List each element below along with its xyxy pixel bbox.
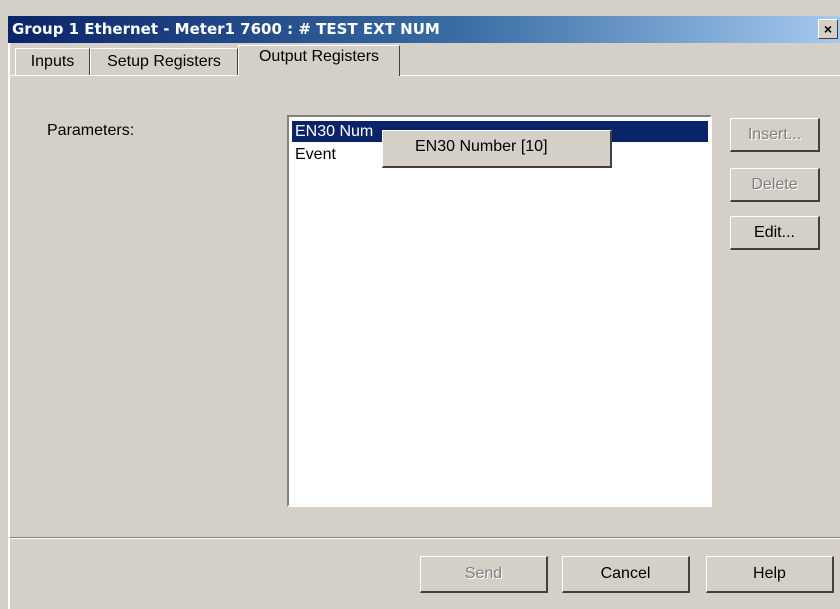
- tab-inputs[interactable]: Inputs: [15, 48, 90, 75]
- insert-button-label: Insert...: [747, 126, 802, 143]
- tab-output-registers-label: Output Registers: [258, 48, 380, 65]
- list-item-label: EN30 Num: [295, 123, 374, 140]
- parameter-tooltip: EN30 Number [10]: [382, 130, 612, 168]
- footer-separator-highlight: [10, 538, 840, 539]
- parameters-listbox[interactable]: EN30 Num Event: [287, 115, 712, 507]
- title-bar[interactable]: Group 1 Ethernet - Meter1 7600 : # TEST …: [8, 16, 840, 43]
- tab-output-registers[interactable]: Output Registers: [238, 45, 400, 76]
- list-item-label: Event: [295, 146, 336, 163]
- help-button[interactable]: Help: [706, 556, 834, 593]
- cancel-button-label: Cancel: [600, 565, 651, 582]
- close-button[interactable]: ×: [818, 19, 838, 39]
- edit-button-label: Edit...: [754, 224, 795, 241]
- delete-button[interactable]: Delete: [730, 168, 820, 202]
- dialog-window: Group 1 Ethernet - Meter1 7600 : # TEST …: [0, 0, 840, 609]
- tooltip-text: EN30 Number [10]: [415, 138, 548, 155]
- close-icon: ×: [823, 21, 833, 37]
- tab-setup-registers[interactable]: Setup Registers: [90, 48, 238, 75]
- edit-button[interactable]: Edit...: [730, 216, 820, 250]
- insert-button[interactable]: Insert...: [730, 118, 820, 152]
- tab-setup-registers-label: Setup Registers: [107, 53, 221, 70]
- list-item[interactable]: Event: [292, 144, 336, 165]
- parameters-label: Parameters:: [47, 122, 135, 139]
- window-title: Group 1 Ethernet - Meter1 7600 : # TEST …: [12, 20, 440, 38]
- cancel-button[interactable]: Cancel: [562, 556, 690, 593]
- tab-inputs-label: Inputs: [30, 53, 75, 70]
- send-button-label: Send: [464, 565, 503, 582]
- help-button-label: Help: [753, 565, 786, 582]
- delete-button-label: Delete: [751, 176, 798, 193]
- send-button[interactable]: Send: [420, 556, 548, 593]
